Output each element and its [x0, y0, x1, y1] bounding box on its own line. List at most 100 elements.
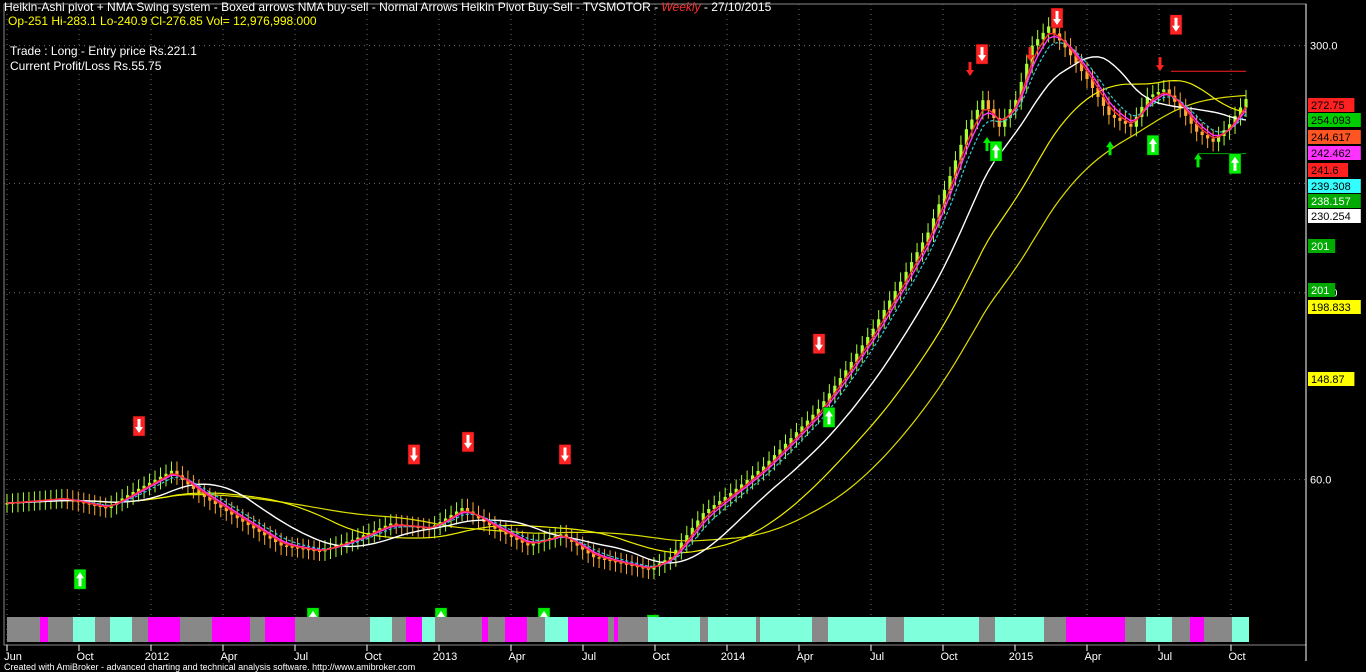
ribbon-segment: [995, 617, 1044, 642]
price-tag: 254.093: [1308, 113, 1361, 127]
price-tag-label: 201: [1311, 241, 1329, 253]
ribbon-segment: [1125, 617, 1146, 642]
x-tick-label: 2013: [433, 651, 457, 663]
interval-label: Weekly: [661, 0, 701, 14]
sell-signal: [558, 444, 572, 465]
ribbon-segment: [1066, 617, 1125, 642]
ribbon-segment: [295, 617, 370, 642]
ribbon-segment: [422, 617, 435, 642]
ribbon-segment: [527, 617, 545, 642]
sell-signal: [1169, 14, 1183, 35]
price-tag: 148.87: [1308, 372, 1355, 386]
candle-body: [1036, 39, 1040, 46]
ribbon-segment: [148, 617, 180, 642]
ohlc-readout: Op-251 Hi-283.1 Lo-240.9 Cl-276.85 Vol= …: [8, 14, 317, 28]
price-tag: 198.833: [1308, 300, 1361, 314]
sell-arrow-icon: [1156, 57, 1164, 72]
trend-ribbon: [7, 617, 1249, 642]
ribbon-segment: [1044, 617, 1066, 642]
price-chart[interactable]: 300.0180.0120.060.0JunOct2012AprJulOct20…: [0, 0, 1366, 672]
trade-info: Trade : Long - Entry price Rs.221.1 Curr…: [10, 44, 197, 74]
ribbon-segment: [1232, 617, 1249, 642]
chart-title: Heikin-Ashi pivot + NMA Swing system - B…: [4, 0, 662, 14]
candle-body: [284, 545, 289, 547]
header-separator: -: [700, 0, 712, 14]
ribbon-segment: [1146, 617, 1172, 642]
ribbon-segment: [482, 617, 488, 642]
price-tag-label: 254.093: [1311, 115, 1351, 127]
ribbon-segment: [568, 617, 608, 642]
price-tag-label: 244.617: [1311, 132, 1351, 144]
ribbon-segment: [700, 617, 708, 642]
sell-signal: [966, 62, 974, 77]
ribbon-segment: [1204, 617, 1232, 642]
x-tick-label: 2015: [1009, 651, 1033, 663]
trade-profit: Current Profit/Loss Rs.55.75: [10, 59, 162, 73]
ribbon-segment: [488, 617, 505, 642]
price-tag: 201: [1308, 283, 1336, 297]
sell-signal: [812, 333, 826, 354]
sell-signal: [1050, 7, 1064, 29]
buy-signal: [989, 140, 1003, 162]
buy-signal: [822, 407, 836, 428]
x-tick-label: Apr: [508, 651, 525, 663]
buy-arrow-icon: [1194, 153, 1202, 168]
ribbon-segment: [7, 617, 40, 642]
buy-signal: [1228, 153, 1242, 175]
ma-longest-line: [6, 94, 1247, 542]
candle-body: [1211, 138, 1215, 142]
candle-body: [1129, 123, 1133, 127]
price-tag-label: 242.462: [1311, 148, 1351, 160]
ribbon-segment: [180, 617, 212, 642]
ribbon-segment: [250, 617, 265, 642]
ribbon-segment: [392, 617, 406, 642]
price-tag-label: 201: [1311, 285, 1329, 297]
ribbon-segment: [608, 617, 614, 642]
ribbon-segment: [614, 617, 618, 642]
x-tick-label: 2014: [721, 651, 745, 663]
sell-arrow-icon: [966, 62, 974, 77]
price-tag: 201: [1308, 239, 1336, 253]
price-tag: 272.75: [1308, 98, 1355, 112]
price-tag-label: 272.75: [1311, 100, 1345, 112]
candle-body: [707, 509, 711, 514]
candle-body: [1041, 32, 1045, 40]
price-tag-label: 238.157: [1311, 196, 1351, 208]
price-tag-label: 239.308: [1311, 181, 1351, 193]
ribbon-segment: [406, 617, 422, 642]
candle-body: [1162, 89, 1166, 92]
ribbon-segment: [212, 617, 250, 642]
ribbon-segment: [828, 617, 886, 642]
ribbon-segment: [40, 617, 48, 642]
price-tag: 239.308: [1308, 179, 1361, 193]
sell-signal: [407, 444, 421, 465]
chart-header: Heikin-Ashi pivot + NMA Swing system - B…: [4, 0, 771, 14]
ribbon-segment: [505, 617, 527, 642]
ribbon-segment: [265, 617, 295, 642]
ribbon-segment: [1172, 617, 1190, 642]
ribbon-segment: [708, 617, 756, 642]
candle-body: [986, 100, 990, 110]
candle-body: [1151, 94, 1155, 97]
candle-body: [981, 100, 985, 110]
ribbon-segment: [545, 617, 568, 642]
buy-signal: [1146, 134, 1160, 156]
ribbon-segment: [48, 617, 73, 642]
ribbon-segment: [979, 617, 995, 642]
candle-body: [1244, 99, 1248, 108]
sell-signal: [132, 415, 146, 437]
price-tag-label: 230.254: [1311, 211, 1351, 223]
price-tag: 230.254: [1308, 209, 1361, 223]
sell-signal: [975, 43, 989, 65]
ribbon-segment: [618, 617, 648, 642]
ribbon-segment: [370, 617, 392, 642]
price-tag: 244.617: [1308, 130, 1361, 144]
x-tick-label: Oct: [940, 651, 957, 663]
candle-body: [1112, 114, 1117, 118]
candle-body: [1200, 131, 1204, 136]
ribbon-segment: [812, 617, 828, 642]
price-tag: 242.462: [1308, 146, 1361, 160]
x-tick-label: Apr: [1084, 651, 1101, 663]
price-tag: 238.157: [1308, 194, 1361, 208]
x-tick-label: Jul: [1158, 651, 1172, 663]
